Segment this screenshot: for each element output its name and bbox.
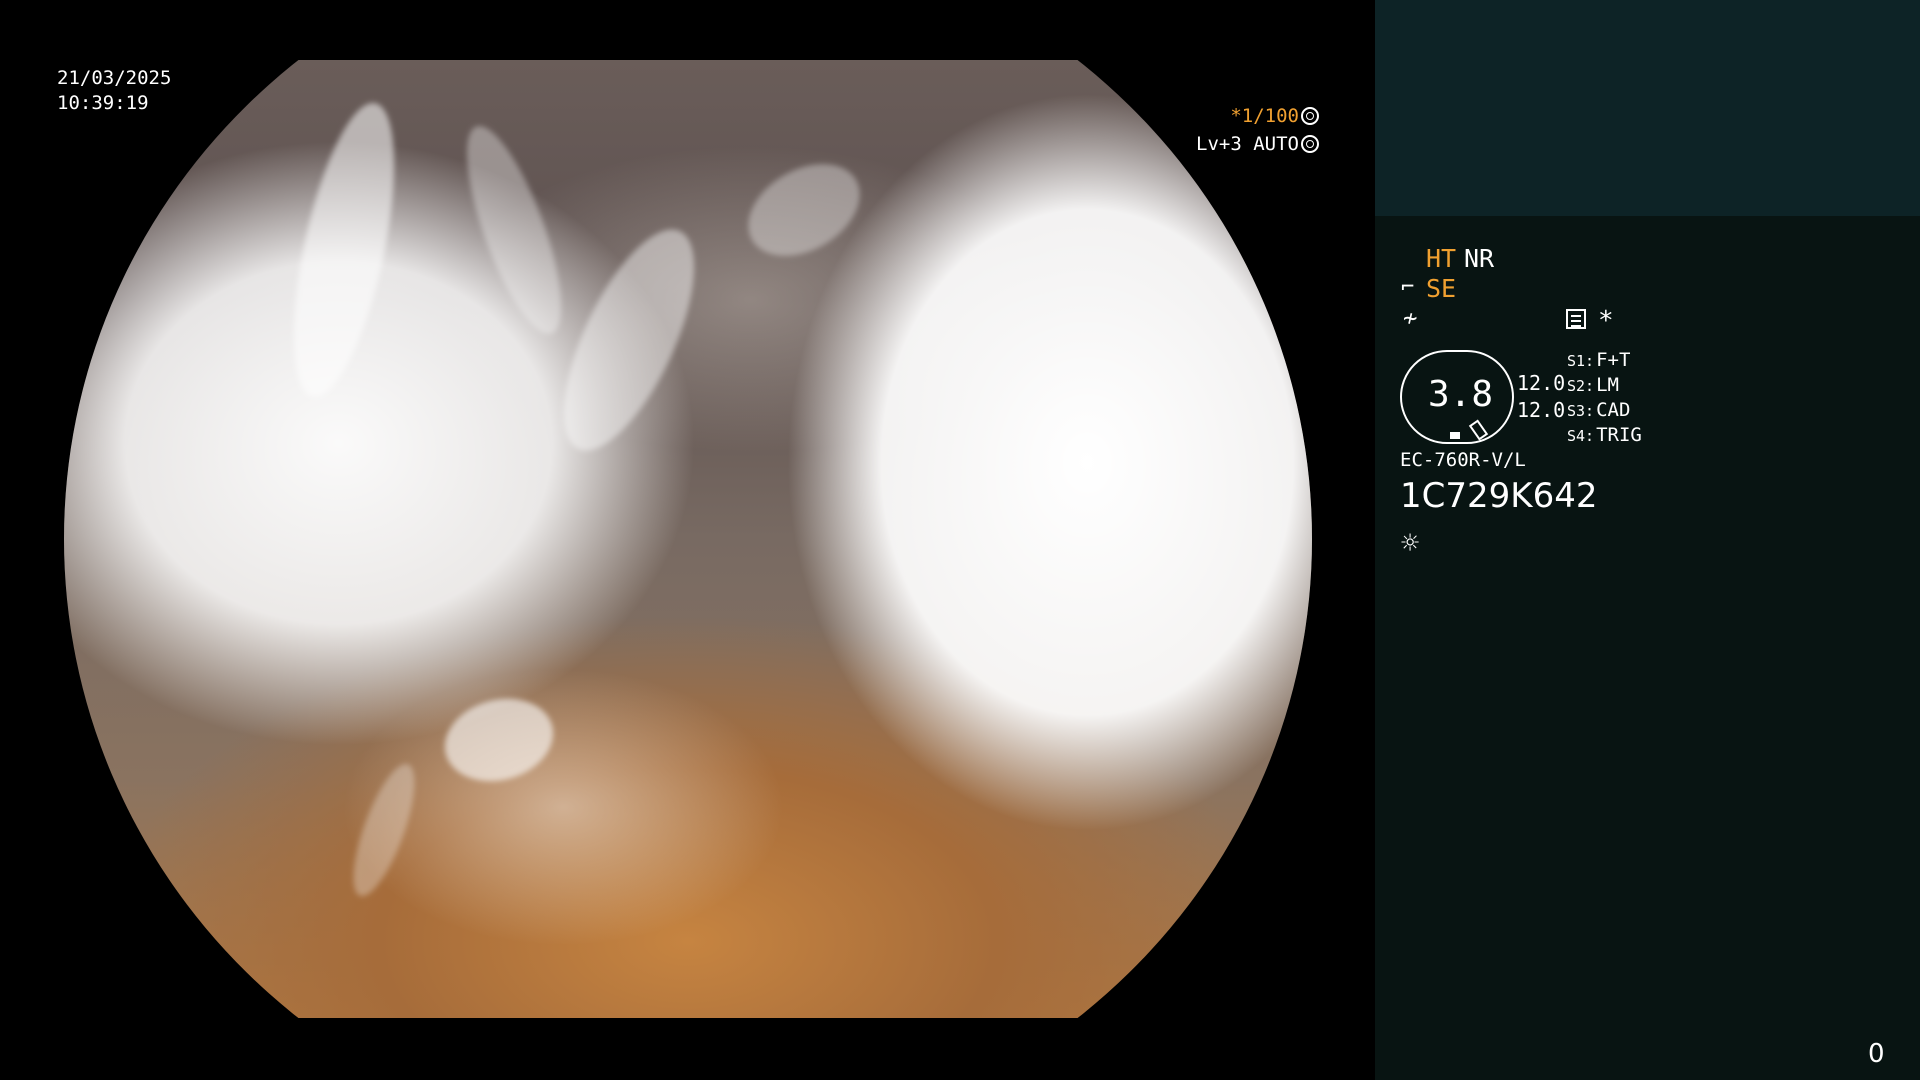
light-source-icon: ☼ [1401, 526, 1420, 561]
gauge-marker [1450, 432, 1460, 439]
switch-value: LM [1596, 374, 1619, 396]
switch-assignment-s4: S4: TRIG [1567, 426, 1642, 445]
memo-icon [1566, 309, 1586, 329]
switch-key: S4: [1567, 427, 1595, 445]
endoscope-screen: 21/03/2025 10:39:19 *1/100 Lv+3 AUTO HT … [0, 0, 1920, 1080]
gauge-value: 3.8 [1428, 374, 1494, 415]
switch-value: F+T [1596, 349, 1631, 371]
aperture-icon [1301, 107, 1319, 125]
scope-curve-icon: ⌐ [1401, 275, 1415, 300]
exposure-readout: *1/100 Lv+3 AUTO [1196, 102, 1319, 158]
switch-key: S2: [1567, 377, 1595, 395]
level-text: Lv+3 AUTO [1196, 133, 1299, 155]
nr-indicator: NR [1464, 244, 1495, 273]
image-counter: 0 [1868, 1039, 1885, 1069]
switch-assignment-s3: S3: CAD [1567, 401, 1630, 420]
switch-value: CAD [1596, 399, 1631, 421]
value-readout-2: 12.0 [1517, 398, 1566, 422]
scope-serial: 1C729K642 [1400, 476, 1598, 516]
se-indicator: SE [1426, 274, 1457, 303]
panel-header-area [1375, 0, 1920, 216]
scope-model: EC-760R-V/L [1400, 449, 1526, 471]
value-readout-1: 12.0 [1517, 371, 1566, 395]
endoscope-image [64, 60, 1312, 1018]
switch-assignment-s1: S1: F+T [1567, 351, 1630, 370]
iris-icon [1301, 135, 1319, 153]
star-indicator: * [1598, 306, 1614, 336]
ht-indicator: HT [1426, 244, 1457, 273]
time-text: 10:39:19 [57, 92, 149, 114]
date-text: 21/03/2025 [57, 67, 172, 89]
switch-key: S3: [1567, 402, 1595, 420]
switch-assignment-s2: S2: LM [1567, 376, 1619, 395]
switch-value: TRIG [1596, 424, 1642, 446]
status-panel [1375, 216, 1920, 1080]
switch-key: S1: [1567, 352, 1595, 370]
shutter-text: *1/100 [1230, 105, 1299, 127]
date-time-readout: 21/03/2025 10:39:19 [57, 66, 171, 116]
f-slash-icon: ≁ [1403, 304, 1418, 332]
